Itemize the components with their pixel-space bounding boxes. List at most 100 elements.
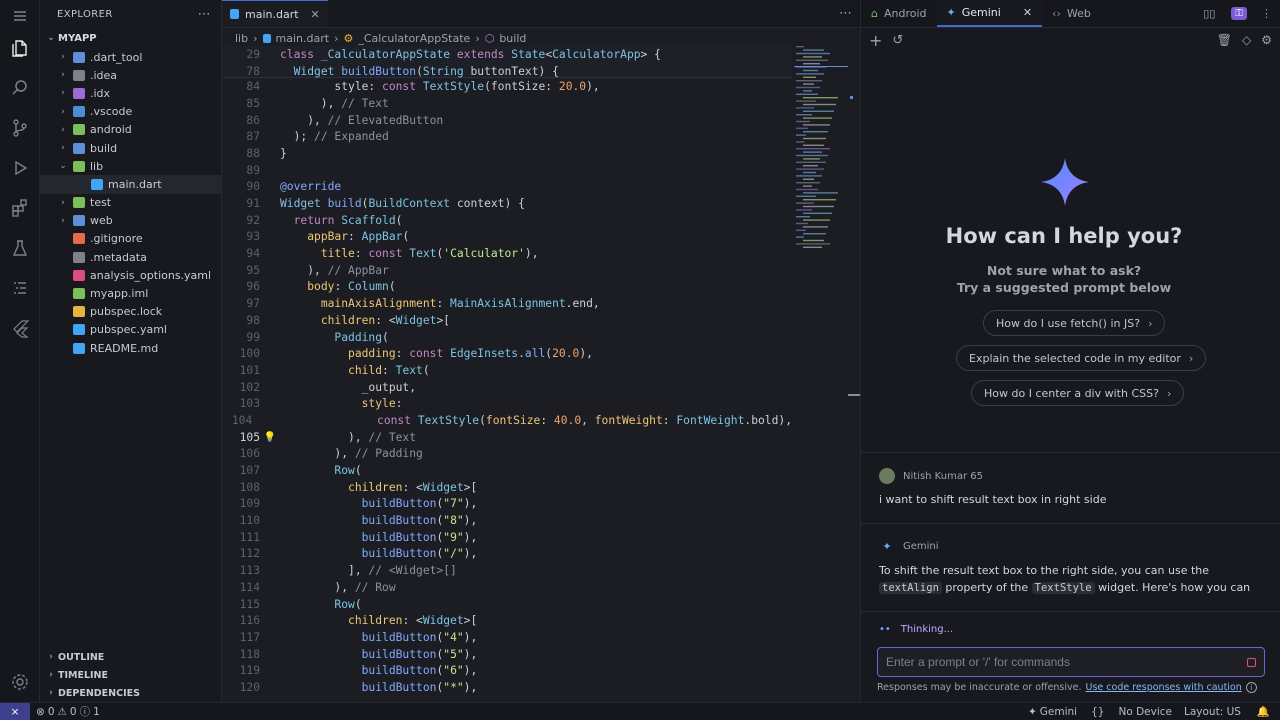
code-line[interactable]: 100 padding: const EdgeInsets.all(20.0),: [222, 345, 792, 362]
code-line[interactable]: 84 style: const TextStyle(fontSize: 20.0…: [222, 78, 792, 95]
source-control-icon[interactable]: [0, 112, 40, 144]
new-chat-plus-icon[interactable]: +: [869, 31, 882, 50]
tree-item-pubspec-lock[interactable]: pubspec.lock: [40, 303, 221, 321]
code-line[interactable]: 102 _output,: [222, 379, 792, 396]
code-line[interactable]: 29 class _CalculatorAppState extends Stat…: [222, 46, 792, 63]
search-icon[interactable]: [0, 72, 40, 104]
code-line[interactable]: 98 children: <Widget>[: [222, 312, 792, 329]
info-icon[interactable]: i: [1245, 682, 1257, 693]
settings-gear-icon[interactable]: [0, 666, 40, 698]
close-icon[interactable]: ✕: [311, 8, 320, 21]
code-line[interactable]: 114 ), // Row: [222, 579, 792, 596]
tree-item-web[interactable]: › web: [40, 212, 221, 230]
outline-list-icon[interactable]: [0, 272, 40, 304]
stop-square-icon[interactable]: [1247, 657, 1256, 667]
problems-status[interactable]: ⊗ 0 ⚠ 0 ⓘ 1: [30, 704, 106, 719]
minimap[interactable]: [794, 46, 848, 256]
suggested-prompt-center-div[interactable]: How do I center a div with CSS? ›: [971, 380, 1185, 406]
code-line[interactable]: 92 return Scaffold(: [222, 212, 792, 229]
code-line[interactable]: 103 style:: [222, 395, 792, 412]
braces-icon[interactable]: {}: [1083, 706, 1112, 718]
editor-scrollbar[interactable]: [848, 46, 860, 702]
code-line[interactable]: 88}: [222, 145, 792, 162]
tag-icon[interactable]: ◇: [1242, 33, 1251, 47]
breadcrumb-file[interactable]: main.dart: [276, 32, 330, 45]
tree-item-dart-tool[interactable]: › .dart_tool: [40, 48, 221, 66]
code-line[interactable]: 96 body: Column(: [222, 279, 792, 296]
tree-item-idx[interactable]: › .idx: [40, 84, 221, 102]
timeline-panel-header[interactable]: › TIMELINE: [40, 666, 222, 684]
tree-item-pubspec-yaml[interactable]: pubspec.yaml: [40, 321, 221, 339]
extensions-icon[interactable]: [0, 192, 40, 224]
tree-item-build[interactable]: › build: [40, 139, 221, 157]
flutter-icon[interactable]: [0, 312, 40, 344]
code-line[interactable]: 104 const TextStyle(fontSize: 40.0, font…: [222, 412, 792, 429]
code-line[interactable]: 111 buildButton("9"),: [222, 529, 792, 546]
remote-icon[interactable]: ⨯: [0, 702, 30, 720]
code-line[interactable]: 116 children: <Widget>[: [222, 612, 792, 629]
tree-item-android[interactable]: › android: [40, 121, 221, 139]
gemini-status[interactable]: ✦ Gemini: [1022, 706, 1083, 718]
breadcrumb-class[interactable]: _CalculatorAppState: [358, 32, 470, 45]
tree-item-vscode[interactable]: › .vscode: [40, 103, 221, 121]
code-line[interactable]: 95 ), // AppBar: [222, 262, 792, 279]
trash-icon[interactable]: 🗑: [1217, 33, 1232, 47]
code-caution-link[interactable]: Use code responses with caution: [1086, 682, 1242, 693]
folder-root[interactable]: ⌄ MYAPP: [40, 28, 221, 48]
tree-item-metadata[interactable]: .metadata: [40, 248, 221, 266]
code-editor[interactable]: 29 class _CalculatorAppState extends Stat…: [222, 46, 792, 696]
editor-more-actions-icon[interactable]: ⋯: [831, 0, 860, 27]
code-line[interactable]: 99 Padding(: [222, 329, 792, 346]
code-line[interactable]: 94 title: const Text('Calculator'),: [222, 245, 792, 262]
suggested-prompt-fetch[interactable]: How do I use fetch() in JS? ›: [983, 310, 1166, 336]
tree-item-idea[interactable]: › .idea: [40, 66, 221, 84]
testing-flask-icon[interactable]: [0, 232, 40, 264]
code-line[interactable]: 113 ], // <Widget>[]: [222, 562, 792, 579]
suggested-prompt-explain[interactable]: Explain the selected code in my editor ›: [956, 345, 1207, 371]
panel-more-icon[interactable]: ⋮: [1253, 0, 1280, 27]
dependencies-panel-header[interactable]: › DEPENDENCIES: [40, 684, 222, 702]
notifications-bell-icon[interactable]: 🔔: [1247, 705, 1280, 718]
account-icon[interactable]: ⚿: [1225, 0, 1253, 27]
code-line[interactable]: 90 @override: [222, 179, 792, 196]
code-line[interactable]: 118 buildButton("5"),: [222, 646, 792, 663]
prompt-input[interactable]: [886, 655, 1247, 669]
code-line[interactable]: 115 Row(: [222, 596, 792, 613]
tab-android[interactable]: ⌂ Android: [861, 0, 937, 27]
tree-item-analysis-options-yaml[interactable]: analysis_options.yaml: [40, 266, 221, 284]
breadcrumb-method[interactable]: build: [499, 32, 526, 45]
lightbulb-icon[interactable]: 💡: [260, 432, 280, 443]
code-line[interactable]: 117 buildButton("4"),: [222, 629, 792, 646]
tree-item-readme-md[interactable]: README.md: [40, 339, 221, 357]
code-line[interactable]: 120 buildButton("*"),: [222, 679, 792, 696]
layout-status[interactable]: Layout: US: [1178, 706, 1247, 718]
code-line[interactable]: 97 mainAxisAlignment: MainAxisAlignment.…: [222, 295, 792, 312]
code-line[interactable]: 106 ), // Padding: [222, 446, 792, 463]
history-icon[interactable]: ↺: [892, 33, 903, 48]
code-line[interactable]: 101 child: Text(: [222, 362, 792, 379]
tree-item-lib[interactable]: ⌄ lib: [40, 157, 221, 175]
tree-item-gitignore[interactable]: .gitignore: [40, 230, 221, 248]
tree-item-test[interactable]: › test: [40, 194, 221, 212]
tab-gemini[interactable]: ✦ Gemini ✕: [936, 0, 1043, 27]
code-line[interactable]: 109 buildButton("7"),: [222, 496, 792, 513]
run-debug-icon[interactable]: [0, 152, 40, 184]
code-line[interactable]: 119 buildButton("6"),: [222, 662, 792, 679]
code-line[interactable]: 110 buildButton("8"),: [222, 512, 792, 529]
close-icon[interactable]: ✕: [1023, 6, 1032, 19]
code-line[interactable]: 105 💡 ), // Text: [222, 429, 792, 446]
code-line[interactable]: 112 buildButton("/"),: [222, 546, 792, 563]
split-panel-icon[interactable]: ▯▯: [1193, 0, 1225, 27]
code-line[interactable]: 93 appBar: AppBar(: [222, 229, 792, 246]
code-line[interactable]: 107 Row(: [222, 462, 792, 479]
explorer-icon[interactable]: [0, 32, 40, 64]
breadcrumb-lib[interactable]: lib: [235, 32, 248, 45]
code-line[interactable]: 108 children: <Widget>[: [222, 479, 792, 496]
menu-icon[interactable]: [0, 0, 40, 32]
code-line[interactable]: 89: [222, 162, 792, 179]
more-actions-icon[interactable]: ⋯: [198, 7, 211, 22]
tab-main-dart[interactable]: main.dart ✕: [222, 0, 328, 27]
tab-web[interactable]: ‹› Web: [1042, 0, 1101, 27]
code-line[interactable]: 85 ), // Text: [222, 95, 792, 112]
tree-item-myapp-iml[interactable]: myapp.iml: [40, 284, 221, 302]
